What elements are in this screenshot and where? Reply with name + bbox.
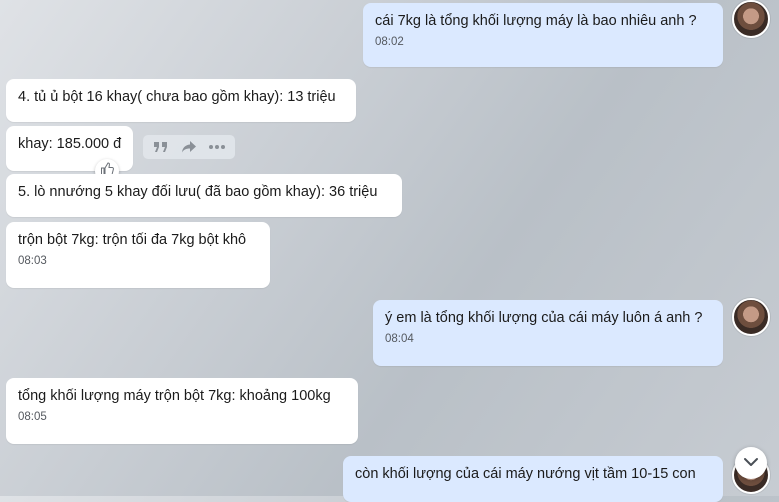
message-text: 4. tủ ủ bột 16 khay( chưa bao gồm khay):… bbox=[18, 89, 336, 105]
message-time: 08:03 bbox=[18, 255, 47, 267]
avatar[interactable] bbox=[732, 298, 770, 336]
incoming-message[interactable]: tổng khối lượng máy trộn bột 7kg: khoảng… bbox=[6, 378, 358, 444]
message-actions-toolbar bbox=[143, 135, 235, 159]
outgoing-message[interactable]: cái 7kg là tổng khối lượng máy là bao nh… bbox=[363, 3, 723, 67]
chat-panel: cái 7kg là tổng khối lượng máy là bao nh… bbox=[0, 0, 779, 502]
forward-icon[interactable] bbox=[179, 137, 199, 157]
message-text: tổng khối lượng máy trộn bột 7kg: khoảng… bbox=[18, 388, 331, 404]
chevron-down-icon bbox=[743, 454, 759, 472]
message-time: 08:05 bbox=[18, 411, 47, 423]
message-time: 08:02 bbox=[375, 36, 404, 48]
message-text: còn khối lượng của cái máy nướng vịt tầm… bbox=[355, 466, 696, 482]
message-text: trộn bột 7kg: trộn tối đa 7kg bột khô bbox=[18, 232, 247, 248]
avatar[interactable] bbox=[732, 0, 770, 38]
incoming-message[interactable]: 5. lò nnướng 5 khay đối lưu( đã bao gồm … bbox=[6, 174, 402, 217]
outgoing-message[interactable]: còn khối lượng của cái máy nướng vịt tầm… bbox=[343, 456, 723, 502]
message-time: 08:04 bbox=[385, 333, 414, 345]
more-icon[interactable] bbox=[207, 137, 227, 157]
outgoing-message[interactable]: ý em là tổng khối lượng của cái máy luôn… bbox=[373, 300, 723, 366]
message-text: ý em là tổng khối lượng của cái máy luôn… bbox=[385, 310, 703, 326]
message-text: 5. lò nnướng 5 khay đối lưu( đã bao gồm … bbox=[18, 184, 378, 200]
quote-icon[interactable] bbox=[151, 137, 171, 157]
scroll-to-bottom-button[interactable] bbox=[735, 447, 767, 479]
message-text: khay: 185.000 đ bbox=[18, 136, 122, 152]
incoming-message[interactable]: 4. tủ ủ bột 16 khay( chưa bao gồm khay):… bbox=[6, 79, 356, 122]
incoming-message[interactable]: trộn bột 7kg: trộn tối đa 7kg bột khô 08… bbox=[6, 222, 270, 288]
message-text: cái 7kg là tổng khối lượng máy là bao nh… bbox=[375, 13, 697, 29]
